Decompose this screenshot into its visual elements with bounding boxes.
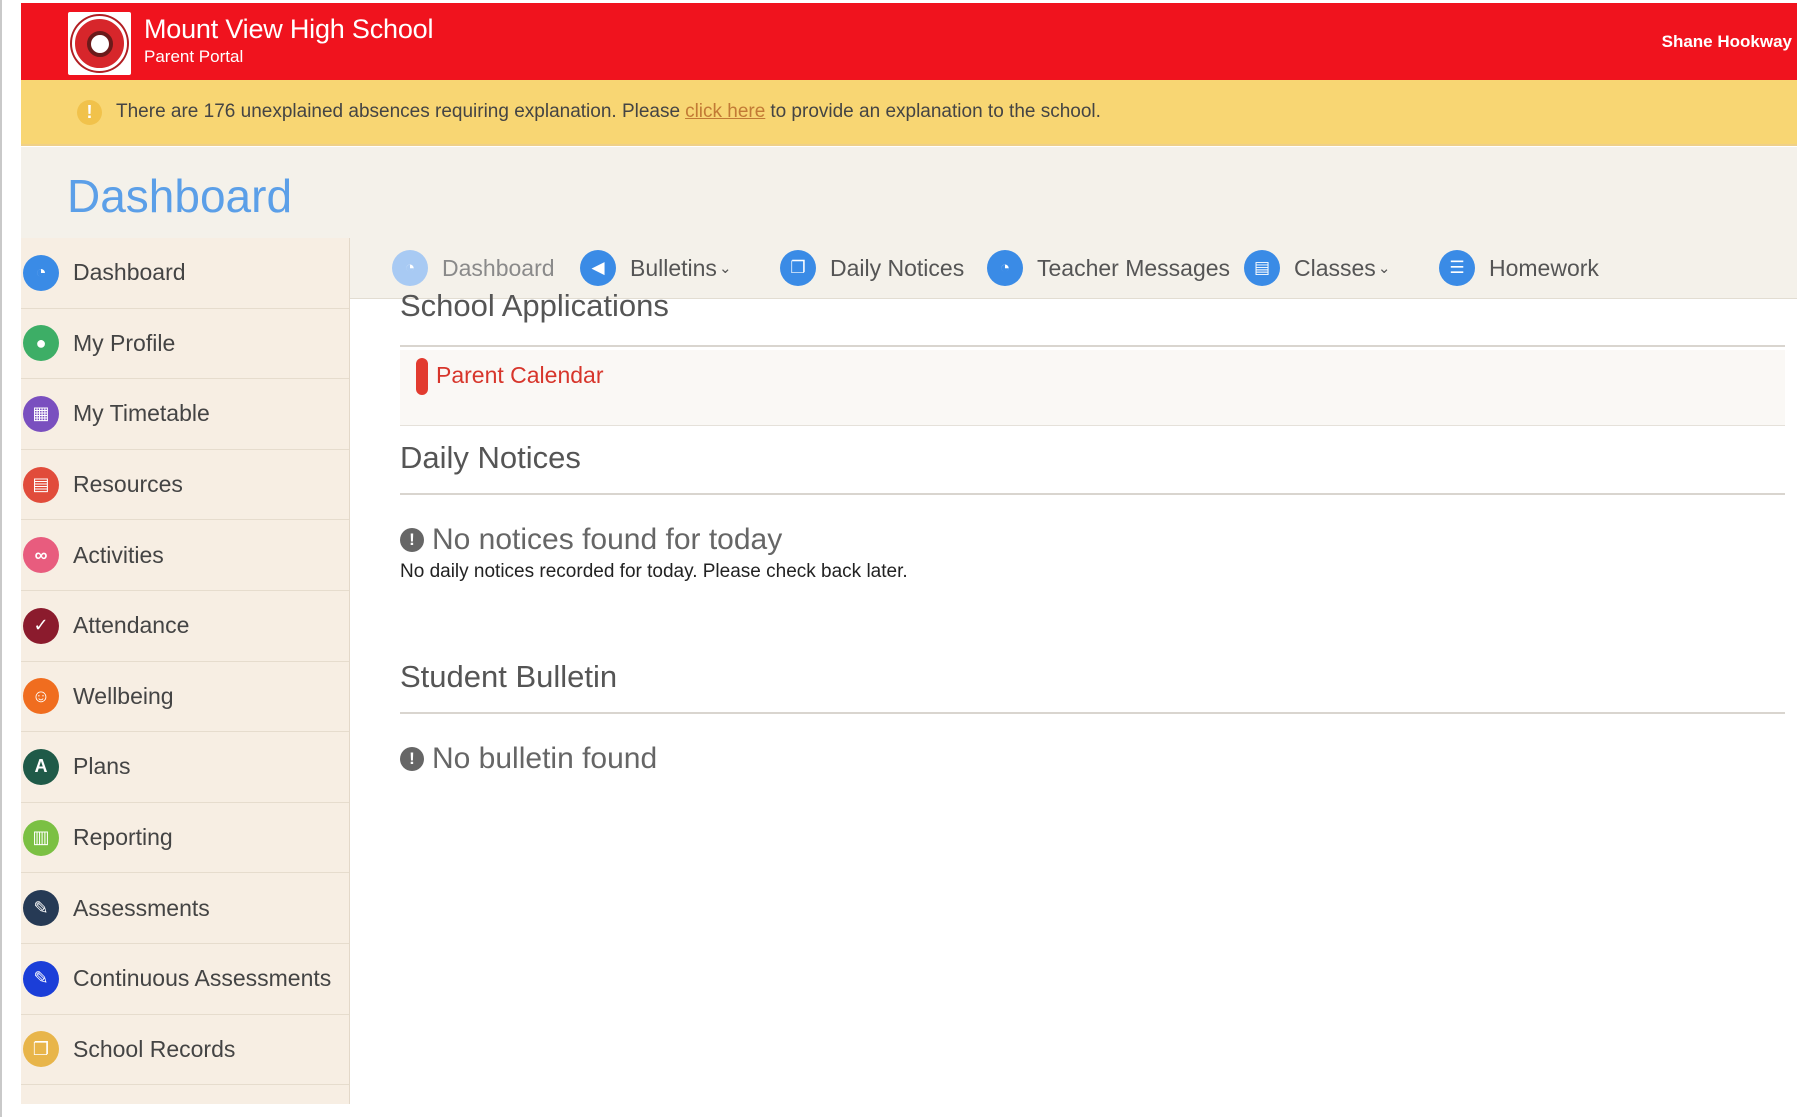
files-icon: ❐ xyxy=(23,1031,59,1068)
bicycle-icon: ∞ xyxy=(23,537,59,574)
section-title: School Applications xyxy=(400,288,669,323)
sidebar-item-my-profile[interactable]: ● My Profile xyxy=(21,309,349,380)
sidebar-item-label: School Records xyxy=(73,1035,236,1062)
chevron-down-icon: ⌄ xyxy=(718,260,732,277)
tab-label: Bulletins xyxy=(630,254,717,281)
sidebar-item-label: Continuous Assessments xyxy=(73,965,332,992)
sidebar-item-label: My Profile xyxy=(73,329,176,356)
user-menu[interactable]: Shane Hookway xyxy=(1662,32,1792,52)
exclamation-icon: ! xyxy=(400,528,424,552)
absence-alert: ! There are 176 unexplained absences req… xyxy=(21,80,1797,146)
sidebar-item-label: Dashboard xyxy=(73,259,186,286)
pencil-icon: ✎ xyxy=(23,890,59,927)
empty-state-text: No daily notices recorded for today. Ple… xyxy=(400,561,908,582)
divider xyxy=(400,493,1785,495)
sidebar-item-activities[interactable]: ∞ Activities xyxy=(21,520,349,591)
alert-text-before: There are 176 unexplained absences requi… xyxy=(116,101,681,122)
sidebar-item-reporting[interactable]: ▥ Reporting xyxy=(21,803,349,874)
sidebar-item-label: My Timetable xyxy=(73,400,210,427)
sidebar-item-label: Reporting xyxy=(73,824,173,851)
portal-name: Parent Portal xyxy=(144,47,244,66)
sidebar-item-label: Wellbeing xyxy=(73,682,174,709)
page-title: Dashboard xyxy=(67,170,293,222)
window-edge xyxy=(0,0,2,1117)
sidebar-item-label: Resources xyxy=(73,471,183,498)
sidebar-item-assessments[interactable]: ✎ Assessments xyxy=(21,873,349,944)
sidebar-item-label: Activities xyxy=(73,541,164,568)
alert-click-here-link[interactable]: click here xyxy=(685,101,765,123)
empty-state-heading: ! No bulletin found xyxy=(400,742,1785,776)
bar-chart-icon: ▥ xyxy=(23,819,59,856)
sidebar-item-attendance[interactable]: ✓ Attendance xyxy=(21,591,349,662)
sidebar-item-my-timetable[interactable]: ▦ My Timetable xyxy=(21,379,349,450)
exclamation-icon: ! xyxy=(400,747,424,771)
alert-text-after: to provide an explanation to the school. xyxy=(770,101,1101,122)
sidebar-item-plans[interactable]: A Plans xyxy=(21,732,349,803)
smile-icon: ☺ xyxy=(23,678,59,715)
page-title-bar: Dashboard xyxy=(21,147,1797,238)
empty-state-title: No notices found for today xyxy=(432,523,783,556)
app-link-parent-calendar[interactable]: Parent Calendar xyxy=(436,362,604,389)
dashboard-icon: ◔ xyxy=(23,254,59,291)
school-name: Mount View High School xyxy=(144,14,434,44)
sidebar-item-school-records[interactable]: ❐ School Records xyxy=(21,1015,349,1086)
app-list: Parent Calendar xyxy=(400,350,1785,426)
school-logo[interactable] xyxy=(68,12,131,75)
sidebar-item-wellbeing[interactable]: ☺ Wellbeing xyxy=(21,662,349,733)
book-icon: ▤ xyxy=(23,466,59,503)
check-circle-icon: ✓ xyxy=(23,607,59,644)
tab-label: Daily Notices xyxy=(830,254,965,281)
calendar-icon: ▦ xyxy=(23,395,59,432)
divider xyxy=(400,712,1785,714)
tab-label: Classes xyxy=(1294,254,1376,281)
pencil-icon: ✎ xyxy=(23,960,59,997)
sidebar-item-label: Assessments xyxy=(73,894,210,921)
app-color-bar xyxy=(416,358,428,395)
school-applications-section: School Applications xyxy=(400,288,1785,347)
sidebar-item-label: Attendance xyxy=(73,612,190,639)
tab-label: Teacher Messages xyxy=(1037,254,1231,281)
sidebar-item-label: Plans xyxy=(73,753,131,780)
chevron-down-icon: ⌄ xyxy=(1377,260,1391,277)
sidebar-item-continuous-assessments[interactable]: ✎ Continuous Assessments xyxy=(21,944,349,1015)
sidebar-item-resources[interactable]: ▤ Resources xyxy=(21,450,349,521)
sidebar: ◔ Dashboard ● My Profile ▦ My Timetable ▤ Resou… xyxy=(21,238,350,1104)
empty-state-title: No bulletin found xyxy=(432,742,658,775)
tab-label: Homework xyxy=(1489,254,1599,281)
tab-label: Dashboard xyxy=(442,254,555,281)
warning-icon: ! xyxy=(77,99,102,125)
user-icon: ● xyxy=(23,325,59,362)
section-title: Student Bulletin xyxy=(400,659,618,694)
section-title: Daily Notices xyxy=(400,440,581,475)
student-bulletin-section: Student Bulletin ! No bulletin found xyxy=(400,650,1785,776)
road-icon: A xyxy=(23,748,59,785)
daily-notices-section: Daily Notices ! No notices found for tod… xyxy=(400,431,1785,583)
divider xyxy=(400,345,1785,347)
empty-state-heading: ! No notices found for today xyxy=(400,523,1785,557)
sidebar-item-dashboard[interactable]: ◔ Dashboard xyxy=(21,238,349,309)
header-bar: Mount View High School Parent Portal Sha… xyxy=(21,3,1797,80)
